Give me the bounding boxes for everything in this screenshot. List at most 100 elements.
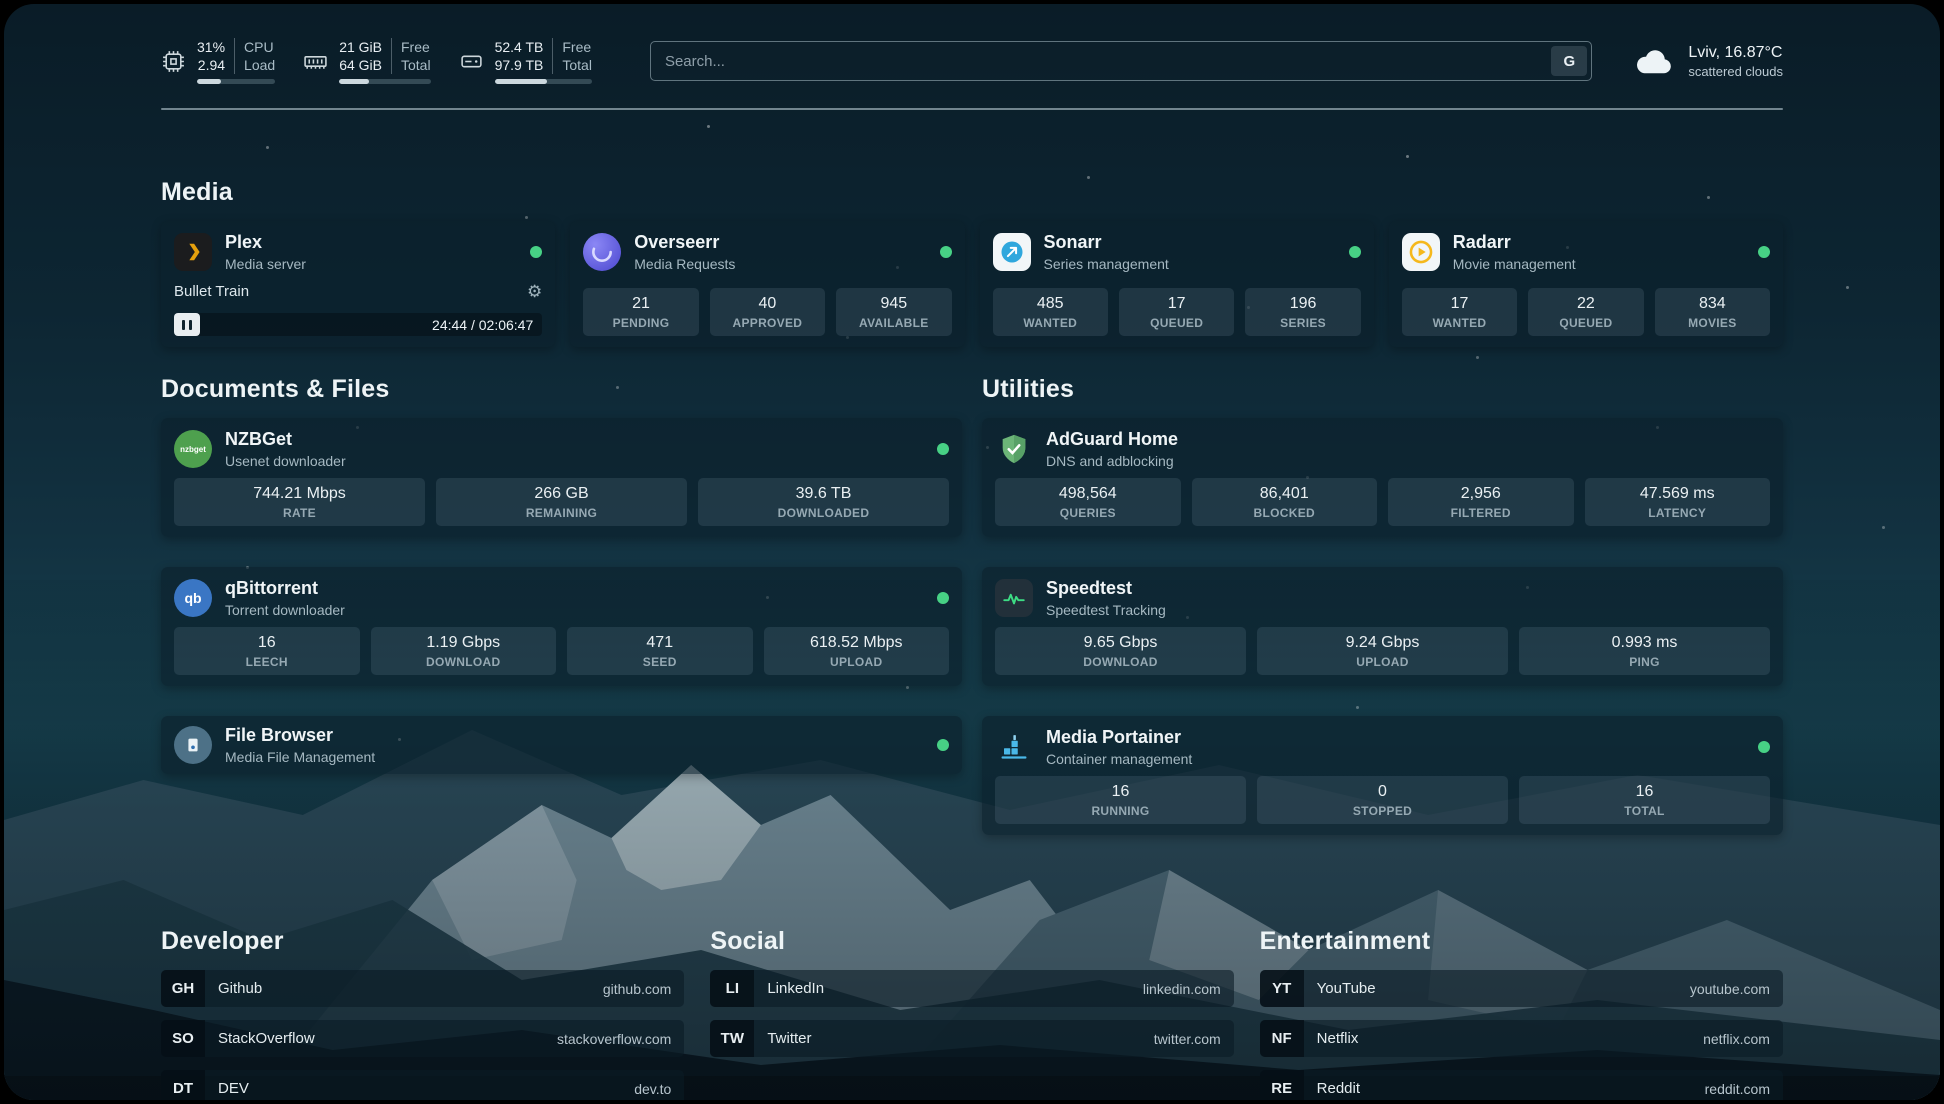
stat-value: 2,956 xyxy=(1392,485,1570,503)
bookmark-linkedin[interactable]: LI LinkedIn linkedin.com xyxy=(710,970,1233,1007)
stat-box: 16 TOTAL xyxy=(1519,776,1770,824)
status-dot xyxy=(937,592,949,604)
service-name: qBittorrent xyxy=(225,578,345,599)
service-name: Speedtest xyxy=(1046,578,1166,599)
portainer-stats: 16 RUNNING 0 STOPPED 16 TOTAL xyxy=(995,776,1770,824)
stat-box: 16 RUNNING xyxy=(995,776,1246,824)
stat-box: 196 SERIES xyxy=(1245,288,1360,336)
topbar: 31% 2.94 CPU Load xyxy=(161,38,1783,84)
stat-box: 9.65 Gbps DOWNLOAD xyxy=(995,627,1246,675)
status-dot xyxy=(940,246,952,258)
bookmark-github[interactable]: GH Github github.com xyxy=(161,970,684,1007)
portainer-card[interactable]: Media Portainer Container management 16 … xyxy=(982,716,1783,835)
qbittorrent-card[interactable]: qb qBittorrent Torrent downloader 16 LEE… xyxy=(161,567,962,686)
bookmark-url: linkedin.com xyxy=(1143,981,1221,997)
system-monitors: 31% 2.94 CPU Load xyxy=(161,38,592,84)
stat-label: APPROVED xyxy=(714,316,821,330)
stat-value: 266 GB xyxy=(440,485,683,503)
stat-value: 17 xyxy=(1406,295,1513,313)
stat-box: 39.6 TB DOWNLOADED xyxy=(698,478,949,526)
stat-label: SEED xyxy=(571,655,749,669)
stat-box: 485 WANTED xyxy=(993,288,1108,336)
bookmark-name: Twitter xyxy=(767,1030,811,1047)
bookmark-group-social: Social LI LinkedIn linkedin.com TW Twitt… xyxy=(710,927,1233,1100)
search-engine-button[interactable]: G xyxy=(1551,46,1587,76)
stat-label: LATENCY xyxy=(1589,506,1767,520)
stat-value: 9.24 Gbps xyxy=(1261,634,1504,652)
stat-box: 744.21 Mbps RATE xyxy=(174,478,425,526)
bookmark-url: stackoverflow.com xyxy=(557,1031,671,1047)
bookmark-stackoverflow[interactable]: SO StackOverflow stackoverflow.com xyxy=(161,1020,684,1057)
status-dot xyxy=(937,443,949,455)
stat-value: 485 xyxy=(997,295,1104,313)
stat-box: 47.569 ms LATENCY xyxy=(1585,478,1771,526)
utilities-column: Utilities AdGuard Home xyxy=(982,375,1783,865)
stat-value: 945 xyxy=(840,295,947,313)
bookmark-abbr: LI xyxy=(710,970,754,1007)
stat-box: 2,956 FILTERED xyxy=(1388,478,1574,526)
stat-value: 86,401 xyxy=(1196,485,1374,503)
service-subtitle: Media server xyxy=(225,256,306,272)
bookmark-twitter[interactable]: TW Twitter twitter.com xyxy=(710,1020,1233,1057)
pause-button[interactable] xyxy=(174,313,200,336)
sonarr-card[interactable]: Sonarr Series management 485 WANTED 17 Q… xyxy=(980,221,1374,347)
adguard-shield-icon xyxy=(995,430,1033,468)
playback-bar[interactable]: 24:44 / 02:06:47 xyxy=(174,313,542,336)
status-dot xyxy=(1758,741,1770,753)
stat-label: PING xyxy=(1523,655,1766,669)
nzbget-header: nzbget NZBGet Usenet downloader xyxy=(174,429,949,469)
bookmark-reddit[interactable]: RE Reddit reddit.com xyxy=(1260,1070,1783,1100)
stat-value: 22 xyxy=(1532,295,1639,313)
stat-value: 0 xyxy=(1261,783,1504,801)
stat-box: 40 APPROVED xyxy=(710,288,825,336)
snow-specks xyxy=(4,4,7,7)
filebrowser-card[interactable]: File Browser Media File Management xyxy=(161,716,962,774)
stat-label: UPLOAD xyxy=(1261,655,1504,669)
plex-card[interactable]: Plex Media server Bullet Train ⚙ 24:44 xyxy=(161,221,555,347)
stat-box: 21 PENDING xyxy=(583,288,698,336)
weather-widget[interactable]: Lviv, 16.87°C scattered clouds xyxy=(1634,44,1783,79)
service-name: Overseerr xyxy=(634,232,735,253)
stat-box: 17 WANTED xyxy=(1402,288,1517,336)
bookmark-netflix[interactable]: NF Netflix netflix.com xyxy=(1260,1020,1783,1057)
adguard-card[interactable]: AdGuard Home DNS and adblocking 498,564 … xyxy=(982,418,1783,537)
header-divider xyxy=(161,108,1783,110)
bookmark-dev[interactable]: DT DEV dev.to xyxy=(161,1070,684,1100)
overseerr-card[interactable]: Overseerr Media Requests 21 PENDING 40 A… xyxy=(570,221,964,347)
nzbget-card[interactable]: nzbget NZBGet Usenet downloader 744.21 M… xyxy=(161,418,962,537)
cpu-progress-bar xyxy=(197,79,275,84)
nzbget-icon: nzbget xyxy=(174,430,212,468)
stat-box: 0 STOPPED xyxy=(1257,776,1508,824)
radarr-card[interactable]: Radarr Movie management 17 WANTED 22 QUE… xyxy=(1389,221,1783,347)
bookmark-name: Netflix xyxy=(1317,1030,1359,1047)
search-input[interactable] xyxy=(650,41,1592,81)
speedtest-card[interactable]: Speedtest Speedtest Tracking 9.65 Gbps D… xyxy=(982,567,1783,686)
stat-value: 1.19 Gbps xyxy=(375,634,553,652)
stat-box: 1.19 Gbps DOWNLOAD xyxy=(371,627,557,675)
stat-label: STOPPED xyxy=(1261,804,1504,818)
stat-label: SERIES xyxy=(1249,316,1356,330)
stat-box: 266 GB REMAINING xyxy=(436,478,687,526)
bookmark-group-developer: Developer GH Github github.com SO StackO… xyxy=(161,927,684,1100)
cpu-icon xyxy=(161,49,186,74)
playback-time: 24:44 / 02:06:47 xyxy=(432,317,533,333)
sonarr-icon xyxy=(993,233,1031,271)
sonarr-stats: 485 WANTED 17 QUEUED 196 SERIES xyxy=(993,288,1361,336)
weather-location: Lviv, 16.87°C xyxy=(1688,44,1783,62)
stat-box: 945 AVAILABLE xyxy=(836,288,951,336)
stat-label: WANTED xyxy=(997,316,1104,330)
entertainment-heading: Entertainment xyxy=(1260,927,1783,956)
bookmark-url: twitter.com xyxy=(1154,1031,1221,1047)
cpu-label: CPU xyxy=(244,38,275,56)
stat-box: 498,564 QUERIES xyxy=(995,478,1181,526)
status-dot xyxy=(1758,246,1770,258)
bookmark-name: StackOverflow xyxy=(218,1030,315,1047)
bookmark-youtube[interactable]: YT YouTube youtube.com xyxy=(1260,970,1783,1007)
service-subtitle: Media File Management xyxy=(225,749,375,765)
service-subtitle: Series management xyxy=(1044,256,1169,272)
cloud-icon xyxy=(1634,46,1676,76)
stat-value: 16 xyxy=(178,634,356,652)
radarr-icon xyxy=(1402,233,1440,271)
sonarr-header: Sonarr Series management xyxy=(993,232,1361,272)
settings-gear-icon[interactable]: ⚙ xyxy=(527,283,542,300)
